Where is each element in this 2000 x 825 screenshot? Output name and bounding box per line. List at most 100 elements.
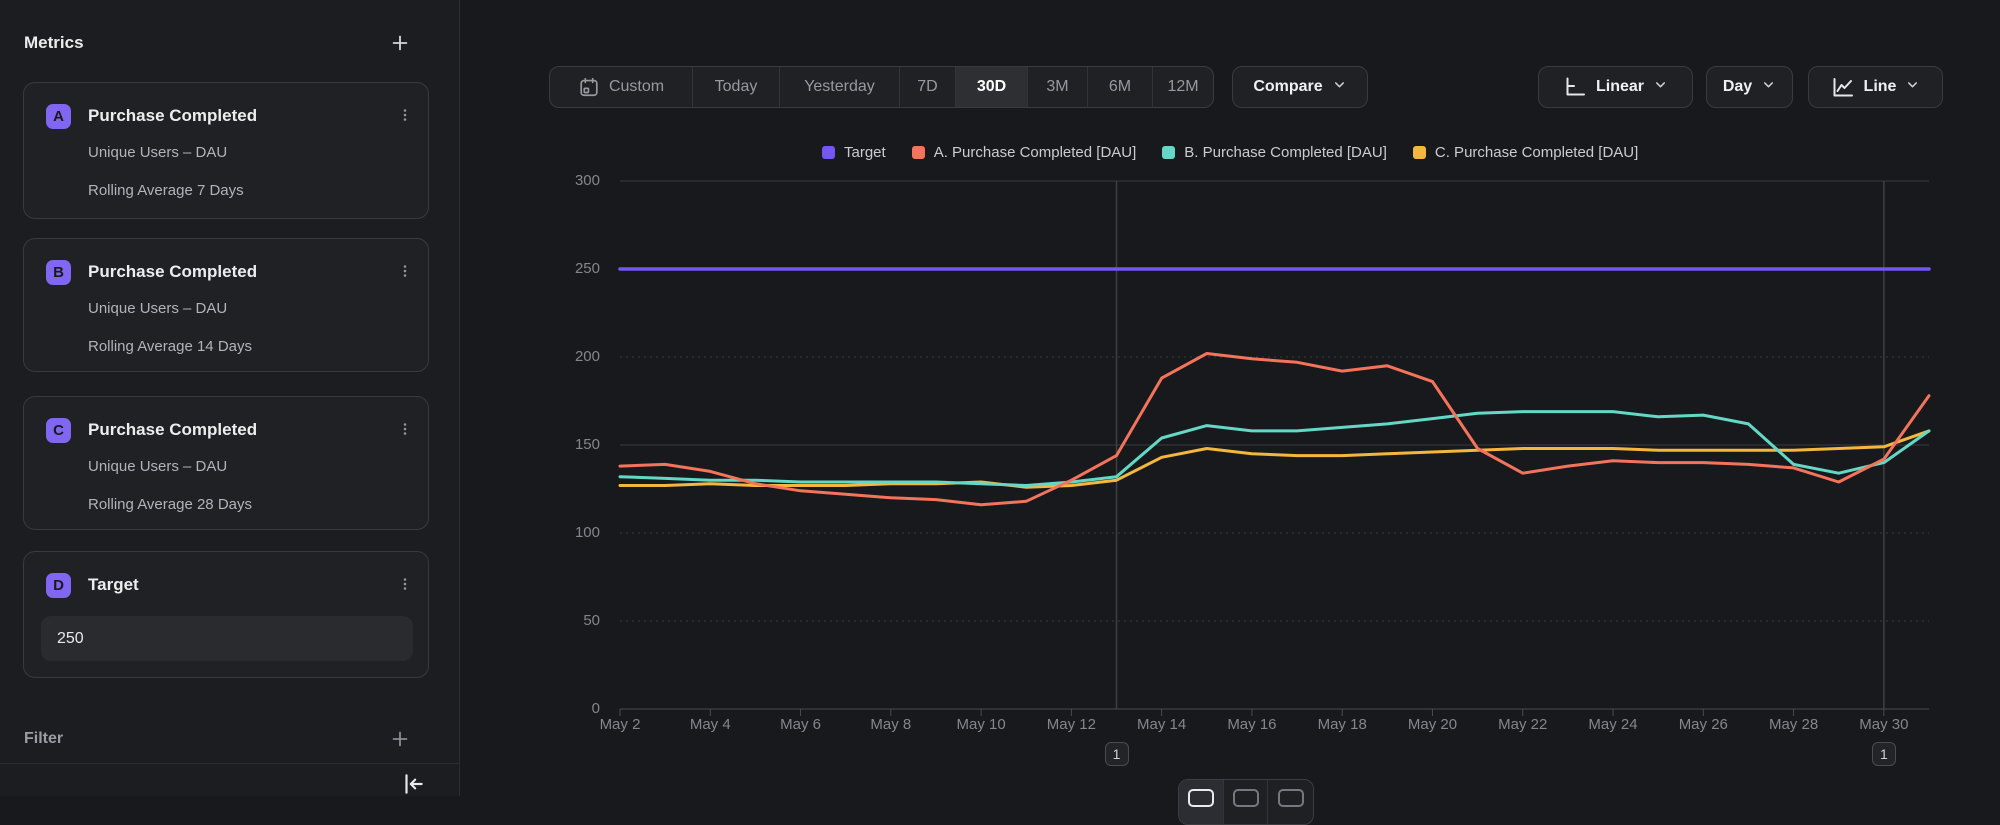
add-metric-button[interactable]: [387, 32, 413, 58]
x-tick-label: May 8: [831, 716, 951, 733]
annotation-marker[interactable]: 1: [1872, 742, 1896, 766]
metric-card-a[interactable]: A Purchase Completed Unique Users – DAU …: [23, 82, 429, 219]
legend-label: B. Purchase Completed [DAU]: [1184, 144, 1387, 161]
range-label: Today: [715, 78, 758, 96]
scale-label: Linear: [1596, 78, 1644, 96]
view-toggle-table[interactable]: [1268, 780, 1313, 824]
y-tick-label: 0: [500, 700, 600, 717]
metric-letter-badge: A: [46, 104, 71, 129]
legend-label: C. Purchase Completed [DAU]: [1435, 144, 1638, 161]
granularity-button[interactable]: Day: [1706, 66, 1793, 108]
legend-label: A. Purchase Completed [DAU]: [934, 144, 1137, 161]
chart-legend: Target A. Purchase Completed [DAU] B. Pu…: [822, 141, 1638, 163]
x-tick-label: May 18: [1282, 716, 1402, 733]
metric-transform[interactable]: Rolling Average 28 Days: [88, 496, 252, 513]
kebab-icon: [396, 420, 414, 443]
filter-section-title: Filter: [24, 730, 63, 748]
series-line-b[interactable]: [620, 412, 1929, 486]
metric-options-button[interactable]: [392, 417, 418, 445]
metric-letter-badge: D: [46, 573, 71, 598]
annotation-marker[interactable]: 1: [1105, 742, 1129, 766]
metric-measure[interactable]: Unique Users – DAU: [88, 144, 227, 161]
chevron-down-icon: [1653, 77, 1668, 97]
x-tick-label: May 20: [1372, 716, 1492, 733]
kebab-icon: [396, 575, 414, 598]
chart-type-label: Line: [1864, 78, 1897, 96]
x-tick-label: May 10: [921, 716, 1041, 733]
metric-measure[interactable]: Unique Users – DAU: [88, 458, 227, 475]
table-panel-icon: [1278, 789, 1304, 807]
legend-swatch: [1162, 146, 1175, 159]
split-panel-icon: [1233, 789, 1259, 807]
metric-card-b[interactable]: B Purchase Completed Unique Users – DAU …: [23, 238, 429, 372]
chevron-down-icon: [1905, 77, 1920, 97]
metric-letter-badge: C: [46, 418, 71, 443]
metric-card-c[interactable]: C Purchase Completed Unique Users – DAU …: [23, 396, 429, 530]
metric-measure[interactable]: Unique Users – DAU: [88, 300, 227, 317]
range-label: 30D: [977, 78, 1006, 96]
view-toggle-chart[interactable]: [1179, 780, 1224, 824]
kebab-icon: [396, 106, 414, 129]
legend-swatch: [912, 146, 925, 159]
metric-card-target[interactable]: D Target: [23, 551, 429, 678]
metric-options-button[interactable]: [392, 572, 418, 600]
range-7d[interactable]: 7D: [900, 67, 956, 107]
y-tick-label: 300: [500, 172, 600, 189]
chevron-down-icon: [1761, 77, 1776, 97]
sidebar-footer-divider: [0, 763, 460, 764]
metric-title: Purchase Completed: [88, 106, 257, 126]
metric-letter-badge: B: [46, 260, 71, 285]
target-value-input[interactable]: [41, 616, 413, 661]
y-tick-label: 250: [500, 260, 600, 277]
legend-item-a[interactable]: A. Purchase Completed [DAU]: [912, 144, 1137, 161]
add-filter-button[interactable]: [387, 728, 413, 754]
range-yesterday[interactable]: Yesterday: [780, 67, 900, 107]
metric-transform[interactable]: Rolling Average 7 Days: [88, 182, 244, 199]
x-tick-label: May 6: [741, 716, 861, 733]
range-today[interactable]: Today: [693, 67, 780, 107]
metric-title: Purchase Completed: [88, 420, 257, 440]
legend-item-c[interactable]: C. Purchase Completed [DAU]: [1413, 144, 1638, 161]
range-3m[interactable]: 3M: [1028, 67, 1088, 107]
series-line-c[interactable]: [620, 431, 1929, 487]
range-label: 6M: [1109, 78, 1131, 96]
x-tick-label: May 14: [1102, 716, 1222, 733]
y-tick-label: 50: [500, 612, 600, 629]
y-tick-label: 200: [500, 348, 600, 365]
metric-transform[interactable]: Rolling Average 14 Days: [88, 338, 252, 355]
compare-button[interactable]: Compare: [1232, 66, 1368, 108]
metric-options-button[interactable]: [392, 103, 418, 131]
chart-type-button[interactable]: Line: [1808, 66, 1943, 108]
range-30d[interactable]: 30D: [956, 67, 1028, 107]
legend-swatch: [1413, 146, 1426, 159]
x-tick-label: May 4: [650, 716, 770, 733]
metric-options-button[interactable]: [392, 259, 418, 287]
range-label: 3M: [1046, 78, 1068, 96]
granularity-label: Day: [1723, 78, 1752, 96]
metric-title: Purchase Completed: [88, 262, 257, 282]
x-tick-label: May 28: [1734, 716, 1854, 733]
scale-button[interactable]: Linear: [1538, 66, 1693, 108]
x-tick-label: May 30: [1824, 716, 1944, 733]
view-toggle-split[interactable]: [1224, 780, 1269, 824]
x-tick-label: May 2: [560, 716, 680, 733]
view-toggle-group: [1178, 779, 1314, 825]
range-label: 12M: [1167, 78, 1198, 96]
plus-icon: [389, 32, 411, 59]
range-custom[interactable]: Custom: [550, 67, 693, 107]
legend-swatch: [822, 146, 835, 159]
range-label: Yesterday: [804, 78, 875, 96]
collapse-sidebar-icon: [400, 771, 426, 802]
x-tick-label: May 26: [1643, 716, 1763, 733]
metrics-section-title: Metrics: [24, 33, 84, 53]
plus-icon: [389, 728, 411, 755]
calendar-icon: [578, 76, 600, 98]
range-12m[interactable]: 12M: [1153, 67, 1213, 107]
range-6m[interactable]: 6M: [1088, 67, 1153, 107]
range-label: 7D: [917, 78, 937, 96]
legend-item-b[interactable]: B. Purchase Completed [DAU]: [1162, 144, 1387, 161]
compare-label: Compare: [1253, 78, 1322, 96]
legend-item-target[interactable]: Target: [822, 144, 886, 161]
metrics-sidebar: Metrics A Purchase Completed Unique User…: [0, 0, 460, 796]
y-tick-label: 100: [500, 524, 600, 541]
